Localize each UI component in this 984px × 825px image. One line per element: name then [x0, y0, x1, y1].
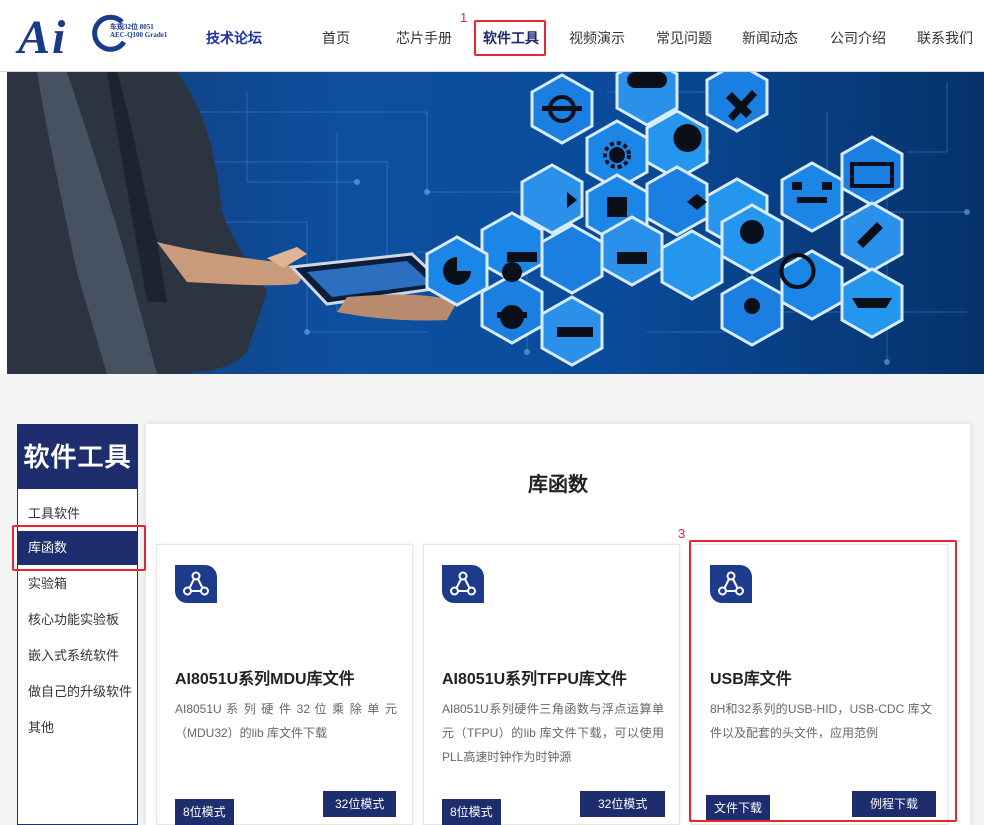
sidebar-item-other[interactable]: 其他: [18, 711, 137, 745]
download-32bit-button[interactable]: 32位模式: [323, 791, 397, 817]
sidebar: 软件工具 工具软件 库函数 实验箱 核心功能实验板 嵌入式系统软件 做自己的升级…: [17, 424, 138, 825]
nav-contact[interactable]: 联系我们: [917, 28, 973, 48]
annotation-number-3: 3: [678, 526, 686, 541]
download-8bit-button[interactable]: 8位模式: [442, 799, 501, 825]
share-network-icon: [175, 565, 217, 603]
highlight-box-2: [12, 525, 146, 571]
download-8bit-button[interactable]: 8位模式: [175, 799, 234, 825]
hero-banner: [7, 72, 984, 374]
banner-illustration: [7, 72, 970, 374]
card-description: AI8051U 系 列 硬 件 32 位 乘 除 单 元（MDU32）的lib …: [175, 702, 397, 740]
highlight-box-3: [689, 540, 957, 822]
sidebar-item-core-board[interactable]: 核心功能实验板: [18, 603, 137, 637]
card-title: AI8051U系列TFPU库文件: [442, 671, 627, 688]
card-title: AI8051U系列MDU库文件: [175, 671, 355, 688]
nav-forum-link[interactable]: 技术论坛: [206, 28, 262, 48]
annotation-number-1: 1: [460, 10, 468, 25]
nav-about[interactable]: 公司介绍: [830, 28, 886, 48]
nav-home[interactable]: 首页: [322, 28, 350, 48]
nav-video-demo[interactable]: 视频演示: [569, 28, 625, 48]
card-description: AI8051U系列硬件三角函数与浮点运算单元（TFPU）的lib 库文件下载，可…: [442, 702, 664, 764]
sidebar-item-experiment-box[interactable]: 实验箱: [18, 567, 137, 601]
page-title: 库函数: [528, 474, 588, 496]
nav-faq[interactable]: 常见问题: [656, 28, 712, 48]
logo-line2: AEC-Q100 Grade1: [110, 31, 168, 39]
site-logo[interactable]: Ai 车规32位 8051 AEC-Q100 Grade1: [18, 10, 168, 64]
nav-chip-manual[interactable]: 芯片手册: [396, 28, 452, 48]
library-card-mdu: AI8051U系列MDU库文件 AI8051U 系 列 硬 件 32 位 乘 除…: [156, 544, 413, 825]
library-card-tfpu: AI8051U系列TFPU库文件 AI8051U系列硬件三角函数与浮点运算单元（…: [423, 544, 680, 825]
highlight-box-1: [474, 20, 546, 56]
sidebar-item-embedded-software[interactable]: 嵌入式系统软件: [18, 639, 137, 673]
download-32bit-button[interactable]: 32位模式: [580, 791, 666, 817]
nav-news[interactable]: 新闻动态: [742, 28, 798, 48]
share-network-icon: [442, 565, 484, 603]
sidebar-item-upgrade-software[interactable]: 做自己的升级软件: [18, 675, 137, 709]
sidebar-title: 软件工具: [18, 425, 137, 489]
logo-text: Ai: [18, 11, 68, 64]
